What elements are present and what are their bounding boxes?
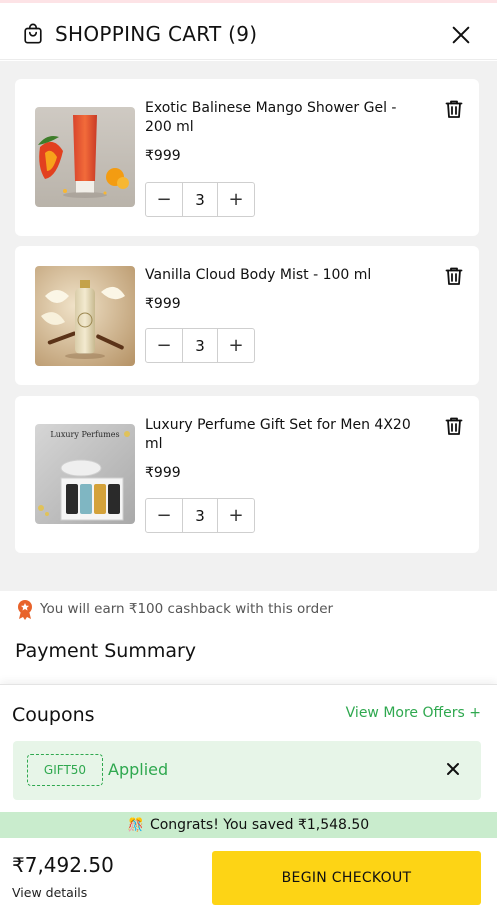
- increase-quantity-button[interactable]: +: [218, 499, 254, 532]
- quantity-value: 3: [182, 183, 218, 216]
- cart-item: Luxury Perfumes Luxury Perfume Gift Set …: [15, 396, 479, 553]
- cart-header: SHOPPING CART (9): [0, 3, 497, 60]
- quantity-stepper: − 3 +: [145, 328, 255, 363]
- product-name[interactable]: Exotic Balinese Mango Shower Gel - 200 m…: [145, 99, 425, 137]
- mango-shower-gel-photo: [35, 107, 135, 207]
- view-details-link[interactable]: View details: [12, 885, 87, 900]
- payment-summary-title: Payment Summary: [15, 640, 197, 662]
- cart-item: Exotic Balinese Mango Shower Gel - 200 m…: [15, 79, 479, 236]
- product-price: ₹999: [145, 465, 181, 481]
- cart-item: Vanilla Cloud Body Mist - 100 ml ₹999 − …: [15, 246, 479, 385]
- coupons-title: Coupons: [12, 704, 95, 726]
- vanilla-body-mist-photo: [35, 266, 135, 366]
- product-image[interactable]: [35, 107, 135, 207]
- decrease-quantity-button[interactable]: −: [146, 499, 182, 532]
- perfume-gift-set-photo: Luxury Perfumes: [35, 424, 135, 524]
- coupon-code: GIFT50: [27, 754, 103, 786]
- product-name[interactable]: Luxury Perfume Gift Set for Men 4X20 ml: [145, 416, 425, 454]
- product-name[interactable]: Vanilla Cloud Body Mist - 100 ml: [145, 266, 425, 285]
- shopping-bag-icon: [24, 23, 42, 44]
- remove-coupon-icon[interactable]: [445, 761, 461, 777]
- decrease-quantity-button[interactable]: −: [146, 183, 182, 216]
- cart-items-list[interactable]: Exotic Balinese Mango Shower Gel - 200 m…: [0, 61, 497, 591]
- checkout-panel: Coupons View More Offers + GIFT50 Applie…: [0, 684, 497, 914]
- increase-quantity-button[interactable]: +: [218, 329, 254, 362]
- decrease-quantity-button[interactable]: −: [146, 329, 182, 362]
- view-more-offers-link[interactable]: View More Offers +: [330, 705, 481, 721]
- product-image[interactable]: [35, 266, 135, 366]
- coupon-status: Applied: [108, 760, 169, 779]
- medal-icon: [18, 600, 32, 620]
- product-image[interactable]: Luxury Perfumes: [35, 424, 135, 524]
- trash-icon[interactable]: [445, 416, 463, 436]
- savings-banner: 🎊 Congrats! You saved ₹1,548.50: [0, 812, 497, 838]
- trash-icon[interactable]: [445, 266, 463, 286]
- savings-congrats: Congrats!: [149, 817, 219, 833]
- quantity-stepper: − 3 +: [145, 498, 255, 533]
- cashback-text: You will earn ₹100 cashback with this or…: [40, 601, 334, 617]
- begin-checkout-button[interactable]: BEGIN CHECKOUT: [212, 851, 481, 905]
- cart-title: SHOPPING CART (9): [55, 22, 258, 46]
- quantity-stepper: − 3 +: [145, 182, 255, 217]
- quantity-value: 3: [182, 329, 218, 362]
- cashback-notice: You will earn ₹100 cashback with this or…: [0, 591, 497, 629]
- party-popper-icon: 🎊: [127, 817, 144, 833]
- savings-amount: You saved ₹1,548.50: [223, 817, 370, 833]
- gift-set-image-title: Luxury Perfumes: [50, 430, 119, 439]
- increase-quantity-button[interactable]: +: [218, 183, 254, 216]
- product-price: ₹999: [145, 148, 181, 164]
- trash-icon[interactable]: [445, 99, 463, 119]
- product-price: ₹999: [145, 296, 181, 312]
- close-icon[interactable]: [450, 24, 472, 46]
- order-total: ₹7,492.50: [12, 853, 114, 877]
- applied-coupon: GIFT50 Applied: [13, 741, 481, 800]
- quantity-value: 3: [182, 499, 218, 532]
